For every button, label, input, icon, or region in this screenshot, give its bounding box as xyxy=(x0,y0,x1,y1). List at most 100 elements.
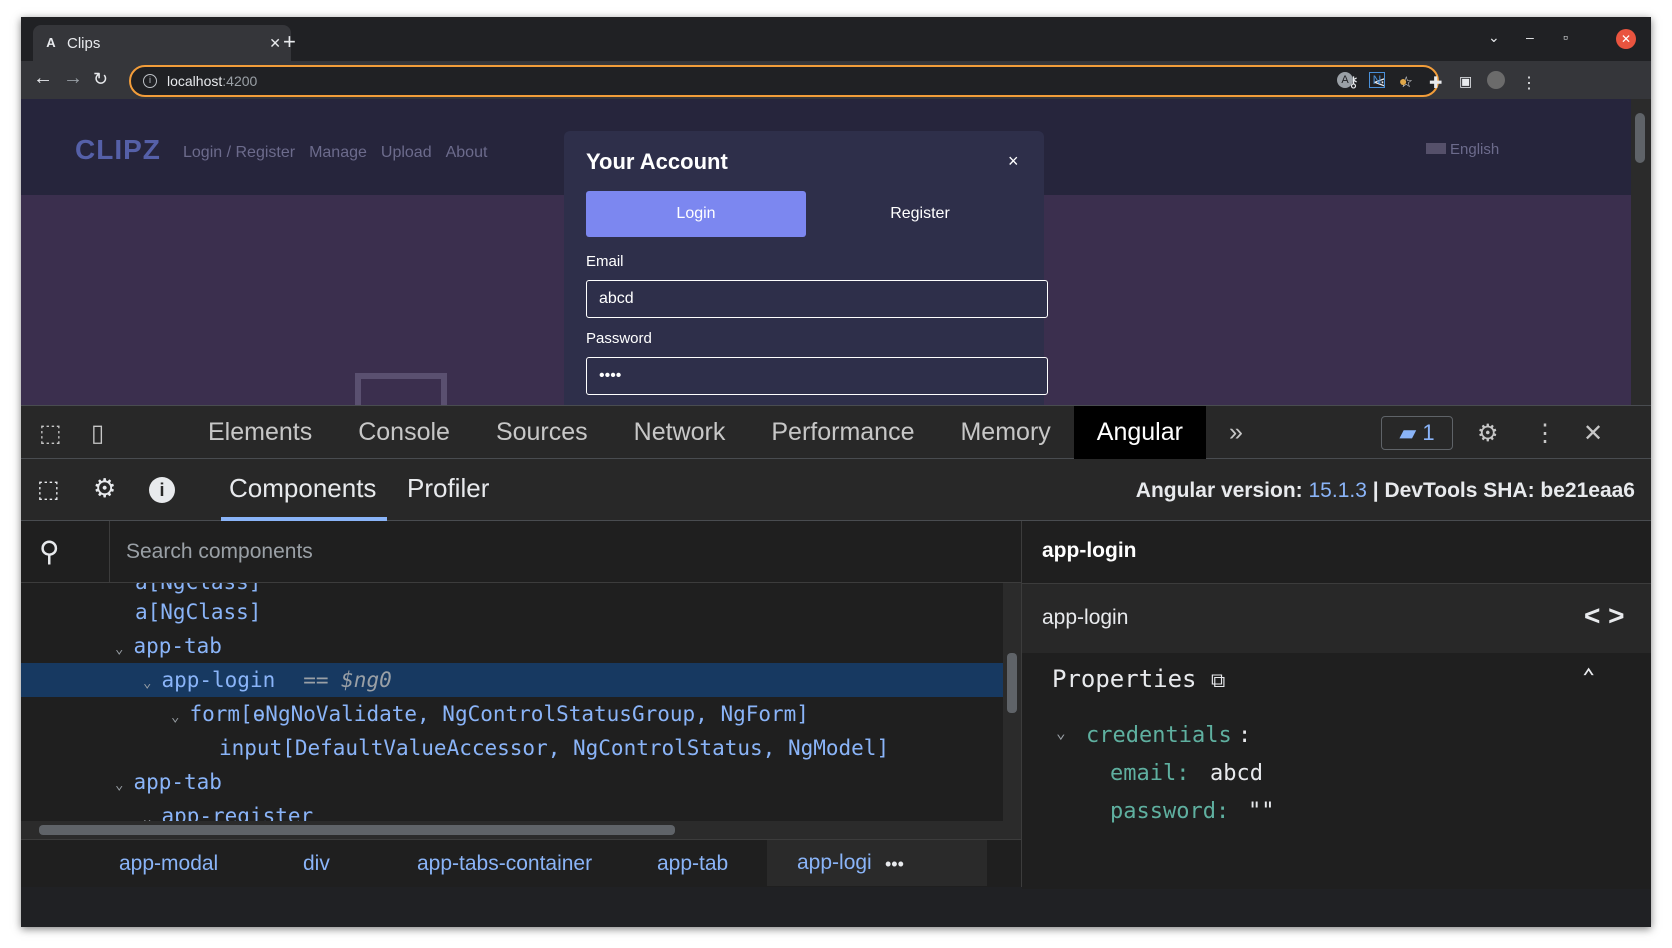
email-field[interactable]: abcd xyxy=(586,280,1048,318)
view-source-icon[interactable]: < > xyxy=(1584,600,1624,632)
more-tabs-icon[interactable]: » xyxy=(1206,406,1266,459)
properties-label: Properties xyxy=(1052,665,1197,693)
breadcrumb-more-icon[interactable]: ••• xyxy=(885,854,904,875)
minimize-icon[interactable]: – xyxy=(1526,29,1534,45)
page-scrollbar-thumb[interactable] xyxy=(1635,113,1645,163)
nav-manage[interactable]: Manage xyxy=(309,144,367,162)
breadcrumb-item[interactable]: app-modal xyxy=(119,852,218,876)
tree-node[interactable]: a[NgClass] xyxy=(21,595,1003,629)
device-toolbar-icon[interactable]: ▯ xyxy=(91,419,104,448)
more-options-icon[interactable]: ⋮ xyxy=(1533,419,1557,448)
back-icon[interactable]: ← xyxy=(33,67,53,90)
page-scrollbar[interactable] xyxy=(1631,99,1651,405)
tab-components[interactable]: Components xyxy=(229,473,376,504)
open-external-icon[interactable]: ⧉ xyxy=(1211,668,1225,692)
prop-credentials-key[interactable]: credentials xyxy=(1086,723,1232,748)
prop-colon: : xyxy=(1238,723,1252,748)
modal-close-icon[interactable]: × xyxy=(1008,151,1019,172)
tab-elements[interactable]: Elements xyxy=(185,406,335,459)
account-modal: Your Account × Login Register Email abcd… xyxy=(564,131,1048,405)
inspect-element-icon[interactable]: ⬚ xyxy=(39,419,62,448)
version-number[interactable]: 15.1.3 xyxy=(1309,479,1367,502)
collapse-chevron-up-icon[interactable]: ⌃ xyxy=(1582,665,1595,690)
login-tab-button[interactable]: Login xyxy=(586,191,806,237)
chevron-down-icon[interactable]: ⌄ xyxy=(171,709,179,725)
scrollbar-thumb[interactable] xyxy=(39,825,675,835)
tree-node[interactable]: ⌄ app-tab xyxy=(21,765,1003,799)
tree-node-selected[interactable]: ⌄ app-login == $ng0 xyxy=(21,663,1003,697)
tree-node[interactable]: ⌄ form[ɵNgNoValidate, NgControlStatusGrou… xyxy=(21,697,1003,731)
tab-search-icon[interactable]: ⌄ xyxy=(1488,29,1500,46)
chevron-down-icon[interactable]: ⌄ xyxy=(115,641,123,657)
tree-node[interactable]: ⌄ app-register xyxy=(21,799,1003,823)
properties-title[interactable]: Properties ⧉ xyxy=(1052,665,1225,693)
chevron-down-icon[interactable]: ⌄ xyxy=(143,675,151,691)
nav-about[interactable]: About xyxy=(446,144,488,162)
tree-vertical-scrollbar[interactable] xyxy=(1003,583,1021,823)
avatar[interactable] xyxy=(1487,71,1505,89)
menu-kebab-icon[interactable]: ⋮ xyxy=(1521,73,1537,93)
component-name: app-login xyxy=(1042,606,1129,629)
settings-gear-icon[interactable]: ⚙ xyxy=(1477,419,1499,448)
web-page: CLIPZ Login / Register Manage Upload Abo… xyxy=(21,99,1631,405)
prop-password-value[interactable]: "" xyxy=(1248,799,1275,824)
scrollbar-thumb[interactable] xyxy=(1007,653,1017,713)
side-panel-icon[interactable]: ▣ xyxy=(1459,73,1472,90)
tab-angular[interactable]: Angular xyxy=(1073,406,1206,459)
devtools-tabbar: ⬚ ▯ Elements Console Sources Network Per… xyxy=(21,405,1651,459)
tree-node[interactable]: input[DefaultValueAccessor, NgControlSta… xyxy=(21,731,1003,765)
search-input[interactable]: Search components xyxy=(109,521,313,583)
extensions-puzzle-icon[interactable]: ✚ xyxy=(1429,73,1442,93)
maximize-icon[interactable]: ▫ xyxy=(1563,29,1568,45)
tree-node[interactable]: ⌄ app-tab xyxy=(21,629,1003,663)
info-icon[interactable]: i xyxy=(149,477,175,503)
chevron-down-icon[interactable]: ⌄ xyxy=(1056,723,1066,742)
tab-console[interactable]: Console xyxy=(335,406,473,459)
tab-memory[interactable]: Memory xyxy=(937,406,1073,459)
close-tab-icon[interactable]: ✕ xyxy=(269,35,281,52)
inspect-component-icon[interactable]: ⬚ xyxy=(37,475,60,504)
breadcrumb-item-active[interactable]: app-logi xyxy=(767,840,987,886)
search-icon: ⚲ xyxy=(39,536,60,567)
tab-profiler[interactable]: Profiler xyxy=(407,473,489,504)
close-devtools-icon[interactable]: ✕ xyxy=(1583,419,1603,448)
password-field[interactable]: •••• xyxy=(586,357,1048,395)
breadcrumb-item[interactable]: app-tab xyxy=(657,852,728,876)
tab-performance[interactable]: Performance xyxy=(748,406,937,459)
angular-settings-icon[interactable]: ⚙ xyxy=(93,473,116,504)
node-label: app-tab xyxy=(133,770,222,794)
tree-horizontal-scrollbar[interactable] xyxy=(21,821,1021,839)
email-label: Email xyxy=(586,253,624,270)
angular-toolbar: ⬚ ⚙ i Components Profiler Angular versio… xyxy=(21,459,1651,521)
omnibox-actions: ⚷⋖☆ xyxy=(1348,73,1427,91)
breadcrumb-item[interactable]: app-tabs-container xyxy=(417,852,592,876)
chevron-down-icon[interactable]: ⌄ xyxy=(115,777,123,793)
cookie-icon[interactable]: ● xyxy=(1399,73,1407,89)
node-label: app-tab xyxy=(133,634,222,658)
nav-login-register[interactable]: Login / Register xyxy=(183,144,295,162)
nav-upload[interactable]: Upload xyxy=(381,144,432,162)
close-window-icon[interactable]: ✕ xyxy=(1616,29,1636,49)
tab-sources[interactable]: Sources xyxy=(473,406,611,459)
url-port: :4200 xyxy=(222,73,258,89)
adblock-icon[interactable]: A xyxy=(1337,72,1353,88)
forward-icon[interactable]: → xyxy=(63,67,83,90)
tab-network[interactable]: Network xyxy=(611,406,749,459)
browser-tab[interactable]: A Clips ✕ xyxy=(33,25,291,61)
language-selector[interactable]: English xyxy=(1426,141,1499,158)
breadcrumb-item[interactable]: div xyxy=(303,852,330,876)
prop-email-value[interactable]: abcd xyxy=(1210,761,1263,786)
issues-badge[interactable]: ▰ 1 xyxy=(1381,416,1453,450)
address-bar[interactable]: i localhost:4200 ⚷⋖☆ xyxy=(129,65,1439,97)
version-label: Angular version: xyxy=(1135,479,1303,502)
extension-n-icon[interactable]: N xyxy=(1369,72,1385,88)
node-label: form[ɵNgNoValidate, NgControlStatusGroup… xyxy=(189,702,809,726)
background-decoration xyxy=(355,373,447,405)
reload-icon[interactable]: ↻ xyxy=(93,69,108,90)
site-logo[interactable]: CLIPZ xyxy=(75,134,161,166)
new-tab-icon[interactable]: + xyxy=(283,29,296,55)
node-label: input[DefaultValueAccessor, NgControlSta… xyxy=(219,736,890,760)
register-tab-button[interactable]: Register xyxy=(818,191,1022,237)
modal-title: Your Account xyxy=(586,149,728,174)
site-info-icon[interactable]: i xyxy=(143,74,157,88)
